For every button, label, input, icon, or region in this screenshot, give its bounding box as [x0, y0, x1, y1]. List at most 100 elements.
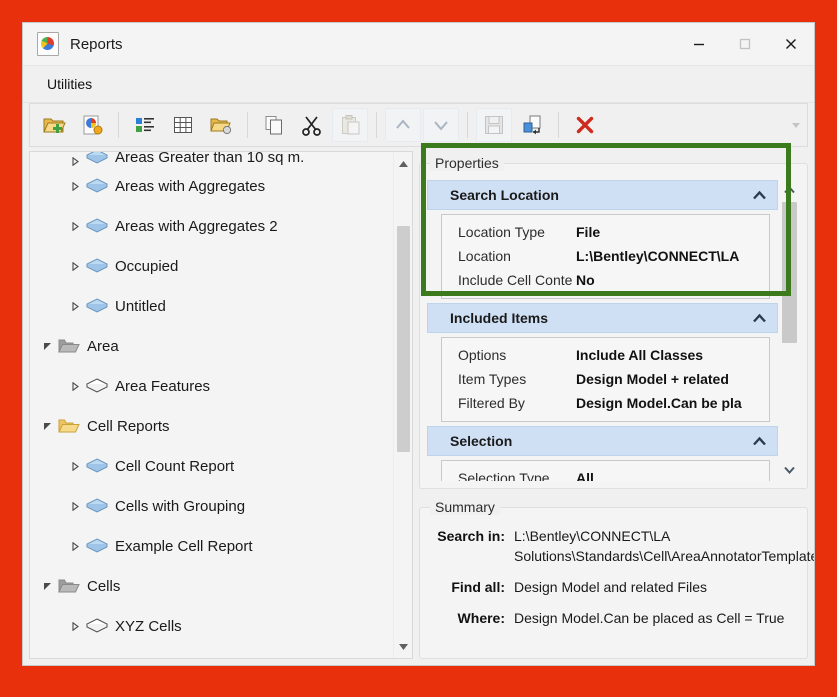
- toolbar-separator: [118, 112, 119, 138]
- tree-item[interactable]: Untitled: [30, 286, 393, 326]
- tree-item[interactable]: Cells: [30, 566, 393, 606]
- grid-view-button[interactable]: [165, 108, 201, 142]
- folder-settings-button[interactable]: [203, 108, 239, 142]
- property-category-header[interactable]: Search Location: [427, 180, 778, 210]
- tree-item[interactable]: Cells with Grouping: [30, 486, 393, 526]
- paste-button[interactable]: [332, 108, 368, 142]
- properties-vertical-scrollbar[interactable]: [779, 180, 800, 481]
- chevron-up-icon[interactable]: [751, 187, 767, 203]
- property-row[interactable]: Item Types Design Model + related: [442, 367, 769, 391]
- tree-item-label: Cell Count Report: [115, 457, 235, 475]
- property-value[interactable]: Design Model + related: [576, 371, 769, 387]
- property-category-body: Location Type File Location L:\Bentley\CONN…: [441, 214, 770, 299]
- tree-item-label: Example Cell Report: [115, 537, 253, 555]
- tree-item[interactable]: Example Cell Report: [30, 526, 393, 566]
- property-category-header[interactable]: Included Items: [427, 303, 778, 333]
- property-category-title: Included Items: [450, 310, 549, 326]
- move-down-button[interactable]: [423, 108, 459, 142]
- summary-row: Search in: L:\Bentley\CONNECT\LA Solution…: [428, 526, 814, 566]
- property-value[interactable]: No: [576, 272, 769, 288]
- close-button[interactable]: [768, 24, 814, 65]
- tree-scrollbar-thumb[interactable]: [397, 226, 410, 452]
- tree-item[interactable]: Cell Count Report: [30, 446, 393, 486]
- expander-collapsed-icon[interactable]: [66, 501, 84, 511]
- toolbar-separator: [558, 112, 559, 138]
- scroll-up-arrow[interactable]: [394, 154, 412, 173]
- property-row[interactable]: Filtered By Design Model.Can be pla: [442, 391, 769, 415]
- expander-collapsed-icon[interactable]: [66, 461, 84, 471]
- tree-item[interactable]: Areas with Aggregates 2: [30, 206, 393, 246]
- tree-item[interactable]: Cell Reports: [30, 406, 393, 446]
- maximize-button[interactable]: [722, 24, 768, 65]
- toolbar: [29, 103, 808, 147]
- property-row[interactable]: Options Include All Classes: [442, 343, 769, 367]
- property-value[interactable]: L:\Bentley\CONNECT\LA: [576, 248, 769, 264]
- tree-item[interactable]: Areas with Aggregates: [30, 166, 393, 206]
- summary-value: Design Model.Can be placed as Cell = Tru…: [514, 610, 785, 626]
- report-stack-icon: [84, 457, 110, 475]
- tree-item[interactable]: Areas Greater than 10 sq m.: [30, 152, 393, 166]
- folder-open-gray-icon: [56, 337, 82, 355]
- expander-collapsed-icon[interactable]: [66, 261, 84, 271]
- minimize-button[interactable]: [676, 24, 722, 65]
- save-button[interactable]: [476, 108, 512, 142]
- property-row[interactable]: Location Type File: [442, 220, 769, 244]
- tree-vertical-scrollbar[interactable]: [393, 152, 412, 658]
- expander-collapsed-icon[interactable]: [66, 621, 84, 631]
- toolbar-separator: [247, 112, 248, 138]
- expander-collapsed-icon[interactable]: [66, 157, 84, 166]
- expander-expanded-icon[interactable]: [38, 342, 56, 351]
- property-name: Location: [458, 248, 511, 264]
- expander-collapsed-icon[interactable]: [66, 301, 84, 311]
- reports-tree[interactable]: Areas Greater than 10 sq m. Areas with Ag…: [30, 152, 393, 658]
- chevron-up-icon[interactable]: [751, 433, 767, 449]
- property-row[interactable]: Include Cell Conte No: [442, 268, 769, 292]
- menu-item-utilities[interactable]: Utilities: [41, 73, 98, 95]
- scroll-down-arrow[interactable]: [394, 637, 412, 656]
- tree-item[interactable]: XYZ Cells: [30, 606, 393, 646]
- window-title: Reports: [70, 35, 123, 53]
- chevron-up-icon[interactable]: [751, 310, 767, 326]
- expander-collapsed-icon[interactable]: [66, 221, 84, 231]
- summary-rows: Search in: L:\Bentley\CONNECT\LA Solution…: [420, 508, 814, 649]
- tree-item[interactable]: Area Features: [30, 366, 393, 406]
- expander-collapsed-icon[interactable]: [66, 381, 84, 391]
- expander-collapsed-icon[interactable]: [66, 541, 84, 551]
- property-category-header[interactable]: Selection: [427, 426, 778, 456]
- scroll-down-arrow[interactable]: [779, 460, 800, 479]
- new-folder-button[interactable]: [36, 108, 72, 142]
- properties-scrollbar-thumb[interactable]: [782, 202, 797, 343]
- tree-item-label: Untitled: [115, 297, 166, 315]
- tree-item-label: XYZ Cells: [115, 617, 182, 635]
- tree-item-label: Cell Reports: [87, 417, 170, 435]
- report-outline-icon: [84, 617, 110, 635]
- tree-item[interactable]: Design File Reports: [30, 646, 393, 659]
- delete-button[interactable]: [567, 108, 603, 142]
- property-row[interactable]: Selection Type All: [442, 466, 769, 481]
- folder-open-gray-icon: [56, 577, 82, 595]
- tree-item[interactable]: Occupied: [30, 246, 393, 286]
- export-button[interactable]: [514, 108, 550, 142]
- properties-view-button[interactable]: [127, 108, 163, 142]
- toolbar-separator: [376, 112, 377, 138]
- report-stack-icon: [84, 152, 110, 166]
- scroll-up-arrow[interactable]: [779, 180, 800, 199]
- move-up-button[interactable]: [385, 108, 421, 142]
- expander-expanded-icon[interactable]: [38, 422, 56, 431]
- property-name: Filtered By: [458, 395, 525, 411]
- toolbar-overflow-chevron[interactable]: [789, 118, 803, 132]
- property-row[interactable]: Location L:\Bentley\CONNECT\LA: [442, 244, 769, 268]
- new-report-button[interactable]: [74, 108, 110, 142]
- property-value[interactable]: All: [576, 470, 769, 481]
- cut-button[interactable]: [294, 108, 330, 142]
- property-value[interactable]: Include All Classes: [576, 347, 769, 363]
- properties-list[interactable]: Search Location Location Type File Location…: [427, 180, 778, 481]
- expander-expanded-icon[interactable]: [38, 582, 56, 591]
- property-value[interactable]: Design Model.Can be pla: [576, 395, 769, 411]
- copy-button[interactable]: [256, 108, 292, 142]
- tree-item[interactable]: Area: [30, 326, 393, 366]
- expander-collapsed-icon[interactable]: [66, 181, 84, 191]
- property-value[interactable]: File: [576, 224, 769, 240]
- properties-group: Properties Search Location Location Type F…: [419, 155, 808, 489]
- report-outline-icon: [84, 377, 110, 395]
